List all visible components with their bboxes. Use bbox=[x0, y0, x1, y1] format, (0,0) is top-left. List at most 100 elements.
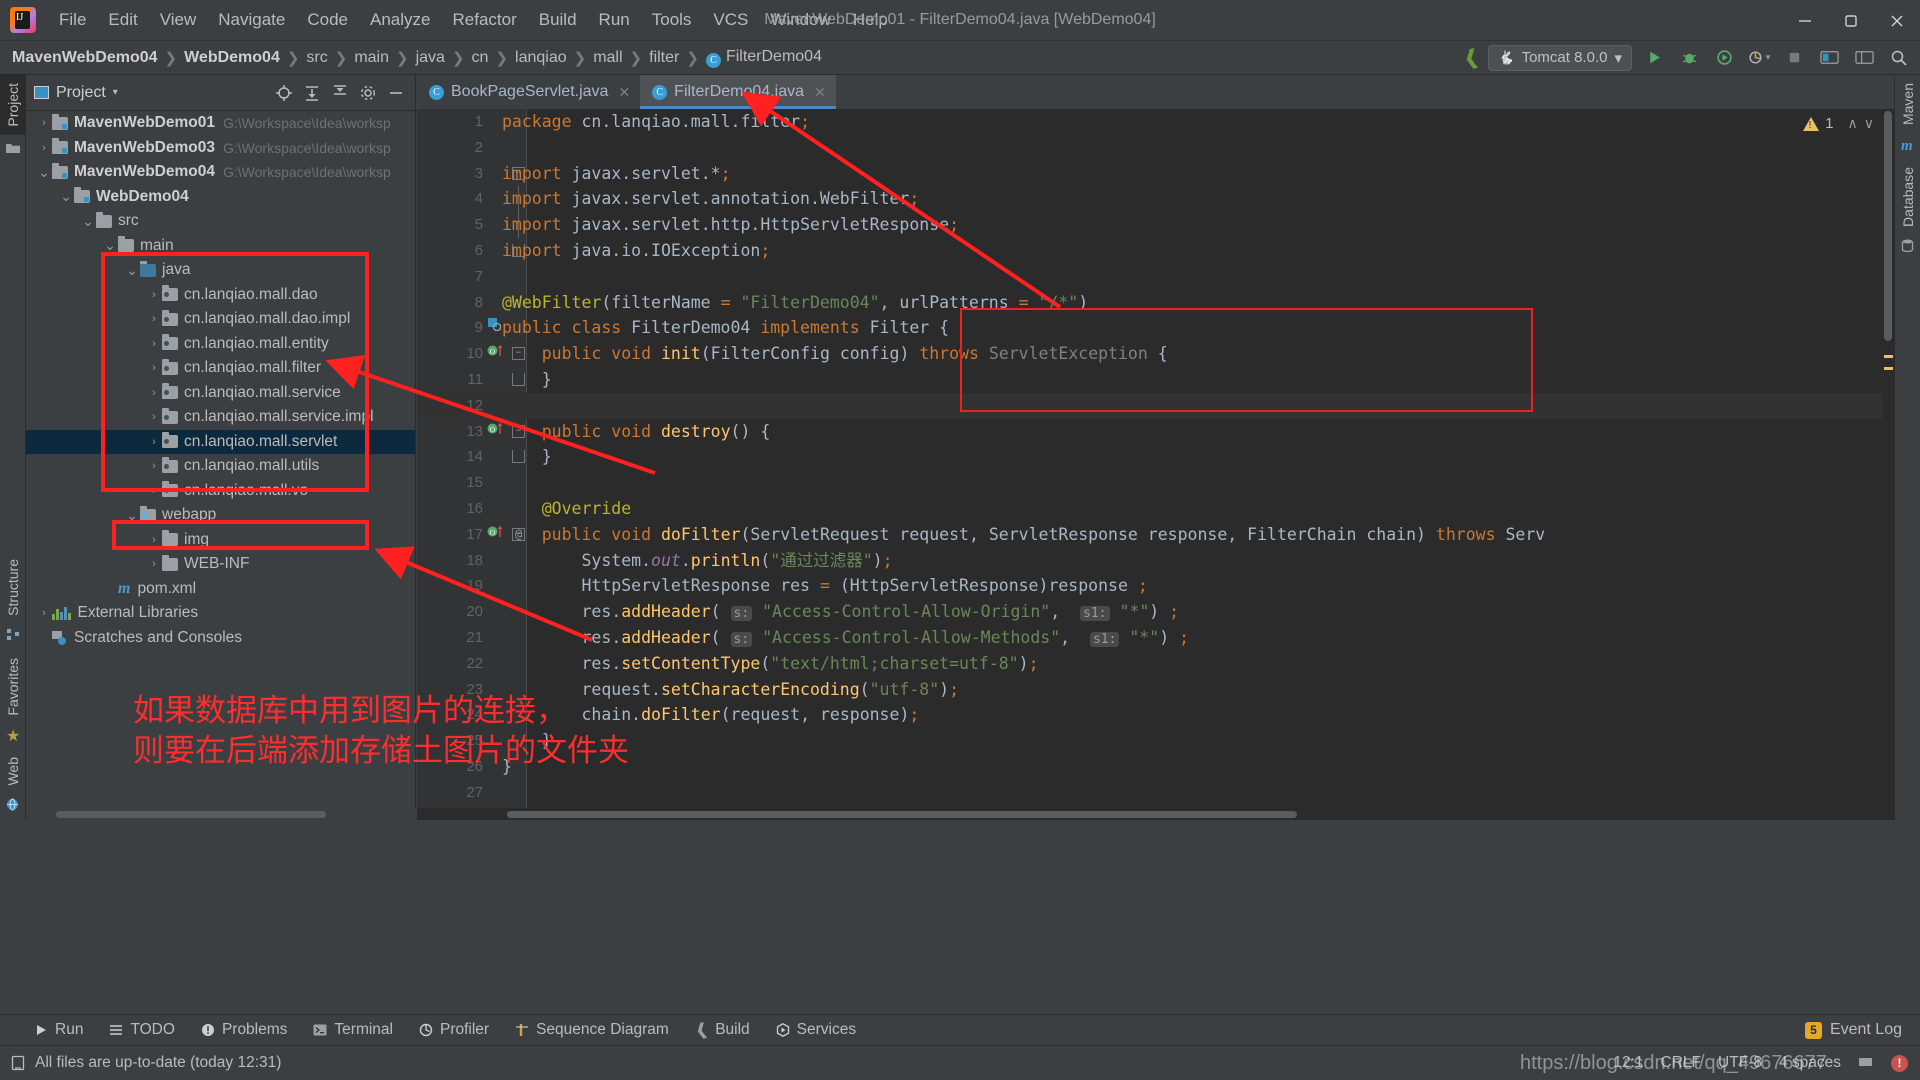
tree-item-cn-lanqiao-mall-dao-impl[interactable]: › cn.lanqiao.mall.dao.impl bbox=[26, 307, 415, 332]
menu-analyze[interactable]: Analyze bbox=[359, 7, 441, 33]
select-opened-file-icon[interactable] bbox=[271, 80, 297, 106]
tree-item-img[interactable]: › img bbox=[26, 528, 415, 553]
code-line[interactable]: 23 request.setCharacterEncoding("utf-8")… bbox=[417, 677, 1894, 703]
breadcrumb-project[interactable]: MavenWebDemo04 bbox=[12, 49, 158, 67]
code-line[interactable]: 18 System.out.println("通过过滤器"); bbox=[417, 548, 1894, 574]
tool-tab-maven[interactable]: Maven bbox=[1895, 75, 1920, 133]
code-line[interactable]: 6 import java.io.IOException; bbox=[417, 238, 1894, 264]
branch-icon[interactable] bbox=[1858, 1054, 1874, 1073]
code-line[interactable]: 12 bbox=[417, 392, 1894, 419]
breadcrumb-java[interactable]: java bbox=[416, 49, 445, 67]
minimize-icon[interactable] bbox=[1782, 0, 1828, 41]
override-marker-icon[interactable]: O bbox=[487, 341, 503, 367]
tree-item-cn-lanqiao-mall-vo[interactable]: › cn.lanqiao.mall.vo bbox=[26, 479, 415, 504]
caret-position[interactable]: 12:1 bbox=[1613, 1054, 1643, 1072]
code-line[interactable]: 19 HttpServletResponse res = (HttpServle… bbox=[417, 573, 1894, 599]
override-marker-icon[interactable]: O bbox=[487, 522, 503, 548]
line-separator[interactable]: CRLF bbox=[1661, 1054, 1701, 1072]
update-application-icon[interactable] bbox=[1816, 45, 1842, 71]
scrollbar-thumb[interactable] bbox=[1884, 111, 1892, 341]
chevron-down-icon[interactable]: ⌄ bbox=[124, 262, 140, 279]
tree-item-pom-xml[interactable]: m pom.xml bbox=[26, 577, 415, 602]
tree-item-cn-lanqiao-mall-dao[interactable]: › cn.lanqiao.mall.dao bbox=[26, 283, 415, 308]
code-line[interactable]: 14 } bbox=[417, 444, 1894, 470]
close-icon[interactable]: ✕ bbox=[618, 84, 630, 101]
chevron-down-icon[interactable]: ⌄ bbox=[36, 164, 52, 181]
code-line[interactable]: 21 res.addHeader( s: "Access-Control-All… bbox=[417, 625, 1894, 651]
breadcrumb-filter[interactable]: filter bbox=[649, 49, 679, 67]
error-badge[interactable]: ! bbox=[1891, 1054, 1908, 1072]
breadcrumb-src[interactable]: src bbox=[306, 49, 327, 67]
maven-icon[interactable]: m bbox=[1895, 133, 1920, 159]
indent-setting[interactable]: 4 spaces bbox=[1779, 1054, 1841, 1072]
editor-horizontal-scrollbar[interactable] bbox=[417, 808, 1882, 820]
menu-help[interactable]: Help bbox=[842, 7, 899, 33]
tool-tab-web[interactable]: Web bbox=[0, 749, 26, 794]
menu-vcs[interactable]: VCS bbox=[702, 7, 759, 33]
stop-button[interactable] bbox=[1781, 45, 1807, 71]
settings-gear-icon[interactable] bbox=[355, 80, 381, 106]
code-editor[interactable]: 1 package cn.lanqiao.mall.filter; 2 3− impor… bbox=[417, 109, 1894, 808]
window-controls[interactable] bbox=[1782, 0, 1920, 41]
chevron-right-icon[interactable]: › bbox=[146, 289, 162, 301]
code-line[interactable]: 17 O @ − public void doFilter(ServletReques… bbox=[417, 522, 1894, 548]
tree-item-cn-lanqiao-mall-utils[interactable]: › cn.lanqiao.mall.utils bbox=[26, 454, 415, 479]
chevron-right-icon[interactable]: › bbox=[36, 142, 52, 154]
inspection-widget[interactable]: 1 ∧ ∨ bbox=[1803, 115, 1874, 132]
chevron-right-icon[interactable]: › bbox=[36, 607, 52, 619]
tool-button-sequence-diagram[interactable]: Sequence Diagram bbox=[515, 1021, 669, 1039]
breadcrumb-main[interactable]: main bbox=[354, 49, 389, 67]
code-line[interactable]: 5 import javax.servlet.http.HttpServletRe… bbox=[417, 212, 1894, 238]
web-globe-icon[interactable] bbox=[0, 794, 27, 820]
chevron-down-icon[interactable]: ⌄ bbox=[124, 507, 140, 524]
tree-item-scratches-and-consoles[interactable]: Scratches and Consoles bbox=[26, 626, 415, 651]
code-line[interactable]: 10 O − public void init(FilterConfig confi… bbox=[417, 341, 1894, 367]
menu-window[interactable]: Window bbox=[759, 7, 841, 33]
layout-icon[interactable] bbox=[1851, 45, 1877, 71]
source-code[interactable]: 1 package cn.lanqiao.mall.filter; 2 3− impor… bbox=[417, 109, 1894, 808]
editor-tab-filterdemo04[interactable]: C FilterDemo04.java ✕ bbox=[640, 75, 836, 109]
breadcrumb-mall[interactable]: mall bbox=[593, 49, 622, 67]
code-line[interactable]: 7 bbox=[417, 264, 1894, 290]
chevron-down-icon[interactable]: ⌄ bbox=[58, 188, 74, 205]
menu-refactor[interactable]: Refactor bbox=[441, 7, 527, 33]
code-line[interactable]: 13 O − public void destroy() { bbox=[417, 419, 1894, 445]
code-line[interactable]: 15 bbox=[417, 470, 1894, 496]
menu-run[interactable]: Run bbox=[588, 7, 641, 33]
build-hammer-icon[interactable]: ❰ bbox=[1461, 44, 1482, 72]
tool-tab-favorites[interactable]: Favorites bbox=[0, 650, 26, 724]
breadcrumb-cn[interactable]: cn bbox=[472, 49, 489, 67]
code-line[interactable]: 27 bbox=[417, 780, 1894, 806]
structure-icon[interactable] bbox=[0, 624, 27, 650]
tree-item-cn-lanqiao-mall-service[interactable]: › cn.lanqiao.mall.service bbox=[26, 381, 415, 406]
tree-item-cn-lanqiao-mall-servlet[interactable]: › cn.lanqiao.mall.servlet bbox=[26, 429, 415, 454]
hide-panel-icon[interactable] bbox=[383, 80, 409, 106]
code-line[interactable]: 26} bbox=[417, 754, 1894, 780]
code-line[interactable]: 4 import javax.servlet.annotation.WebFilt… bbox=[417, 186, 1894, 213]
tree-item-cn-lanqiao-mall-filter[interactable]: › cn.lanqiao.mall.filter bbox=[26, 356, 415, 381]
next-problem-icon[interactable]: ∨ bbox=[1864, 115, 1874, 132]
chevron-right-icon[interactable]: › bbox=[146, 436, 162, 448]
code-line[interactable]: 20 res.addHeader( s: "Access-Control-All… bbox=[417, 599, 1894, 625]
code-line[interactable]: 16 @Override bbox=[417, 496, 1894, 522]
menu-file[interactable]: File bbox=[48, 7, 97, 33]
profiler-button[interactable]: ▾ bbox=[1746, 45, 1772, 71]
tree-item-java[interactable]: ⌄ java bbox=[26, 258, 415, 283]
code-line[interactable]: 1 package cn.lanqiao.mall.filter; bbox=[417, 109, 1894, 135]
chevron-right-icon[interactable]: › bbox=[146, 558, 162, 570]
run-configuration-selector[interactable]: 🐇 Tomcat 8.0.0 ▾ bbox=[1488, 44, 1632, 71]
tree-item-mavenwebdemo01[interactable]: › MavenWebDemo01 G:\Workspace\Idea\worksp bbox=[26, 111, 415, 136]
menu-tools[interactable]: Tools bbox=[641, 7, 703, 33]
tree-item-src[interactable]: ⌄ src bbox=[26, 209, 415, 234]
menu-navigate[interactable]: Navigate bbox=[207, 7, 296, 33]
code-line[interactable]: 22 res.setContentType("text/html;charset… bbox=[417, 651, 1894, 677]
code-line[interactable]: 3− import javax.servlet.*; bbox=[417, 161, 1894, 187]
tool-tab-structure[interactable]: Structure bbox=[0, 551, 26, 624]
editor-tab-bookpageservlet[interactable]: C BookPageServlet.java ✕ bbox=[417, 75, 641, 109]
override-marker-icon[interactable]: O bbox=[487, 419, 503, 445]
menu-build[interactable]: Build bbox=[528, 7, 588, 33]
collapse-folder-icon[interactable] bbox=[0, 135, 26, 165]
menu-view[interactable]: View bbox=[149, 7, 208, 33]
tree-item-cn-lanqiao-mall-service-impl[interactable]: › cn.lanqiao.mall.service.impl bbox=[26, 405, 415, 430]
chevron-right-icon[interactable]: › bbox=[146, 485, 162, 497]
